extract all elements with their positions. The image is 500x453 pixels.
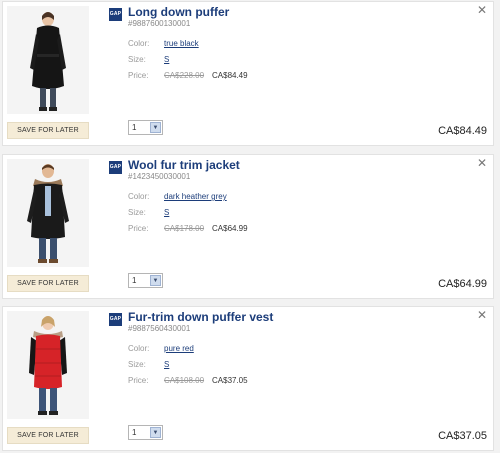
original-price: CA$178.00: [164, 224, 205, 233]
chevron-down-icon[interactable]: ▼: [150, 122, 161, 133]
sale-price: CA$64.99: [212, 224, 248, 233]
size-link[interactable]: S: [164, 208, 169, 217]
product-title[interactable]: Fur-trim down puffer vest: [128, 310, 273, 324]
product-title[interactable]: Long down puffer: [128, 5, 229, 19]
save-for-later-button[interactable]: SAVE FOR LATER: [7, 122, 89, 139]
gap-logo: GAP: [109, 161, 122, 174]
quantity-select[interactable]: 1 ▼: [128, 273, 163, 288]
product-sku: #1423450030001: [128, 172, 191, 181]
size-label: Size:: [128, 55, 146, 64]
save-for-later-button[interactable]: SAVE FOR LATER: [7, 275, 89, 292]
chevron-down-icon[interactable]: ▼: [150, 427, 161, 438]
size-label: Size:: [128, 360, 146, 369]
product-image[interactable]: [7, 311, 89, 419]
quantity-select[interactable]: 1 ▼: [128, 120, 163, 135]
gap-logo: GAP: [109, 8, 122, 21]
size-link[interactable]: S: [164, 360, 169, 369]
product-image[interactable]: [7, 6, 89, 114]
close-icon[interactable]: ✕: [477, 3, 487, 17]
size-link[interactable]: S: [164, 55, 169, 64]
close-icon[interactable]: ✕: [477, 308, 487, 322]
color-link[interactable]: true black: [164, 39, 199, 48]
product-sku: #9887560430001: [128, 324, 191, 333]
quantity-value: 1: [132, 276, 137, 285]
price-label: Price:: [128, 71, 149, 80]
quantity-value: 1: [132, 123, 137, 132]
price-label: Price:: [128, 376, 149, 385]
sale-price: CA$84.49: [212, 71, 248, 80]
line-total: CA$64.99: [438, 278, 487, 290]
color-label: Color:: [128, 344, 150, 353]
product-photo-black-puffer: [7, 6, 89, 114]
chevron-down-icon[interactable]: ▼: [150, 275, 161, 286]
price-label: Price:: [128, 224, 149, 233]
original-price: CA$108.00: [164, 376, 205, 385]
cart-item: SAVE FOR LATER GAP Wool fur trim jacket …: [2, 154, 494, 299]
close-icon[interactable]: ✕: [477, 156, 487, 170]
line-total: CA$84.49: [438, 125, 487, 137]
product-title[interactable]: Wool fur trim jacket: [128, 158, 240, 172]
size-label: Size:: [128, 208, 146, 217]
product-sku: #9887600130001: [128, 19, 191, 28]
color-label: Color:: [128, 192, 150, 201]
cart-item: SAVE FOR LATER GAP Long down puffer #988…: [2, 1, 494, 146]
quantity-select[interactable]: 1 ▼: [128, 425, 163, 440]
save-for-later-button[interactable]: SAVE FOR LATER: [7, 427, 89, 444]
quantity-value: 1: [132, 428, 137, 437]
original-price: CA$228.00: [164, 71, 205, 80]
sale-price: CA$37.05: [212, 376, 248, 385]
product-photo-wool-jacket: [7, 159, 89, 267]
product-image[interactable]: [7, 159, 89, 267]
product-photo-red-vest: [7, 311, 89, 419]
color-link[interactable]: dark heather grey: [164, 192, 227, 201]
line-total: CA$37.05: [438, 430, 487, 442]
cart-item: SAVE FOR LATER GAP Fur-trim down puffer …: [2, 306, 494, 451]
gap-logo: GAP: [109, 313, 122, 326]
color-link[interactable]: pure red: [164, 344, 194, 353]
color-label: Color:: [128, 39, 150, 48]
